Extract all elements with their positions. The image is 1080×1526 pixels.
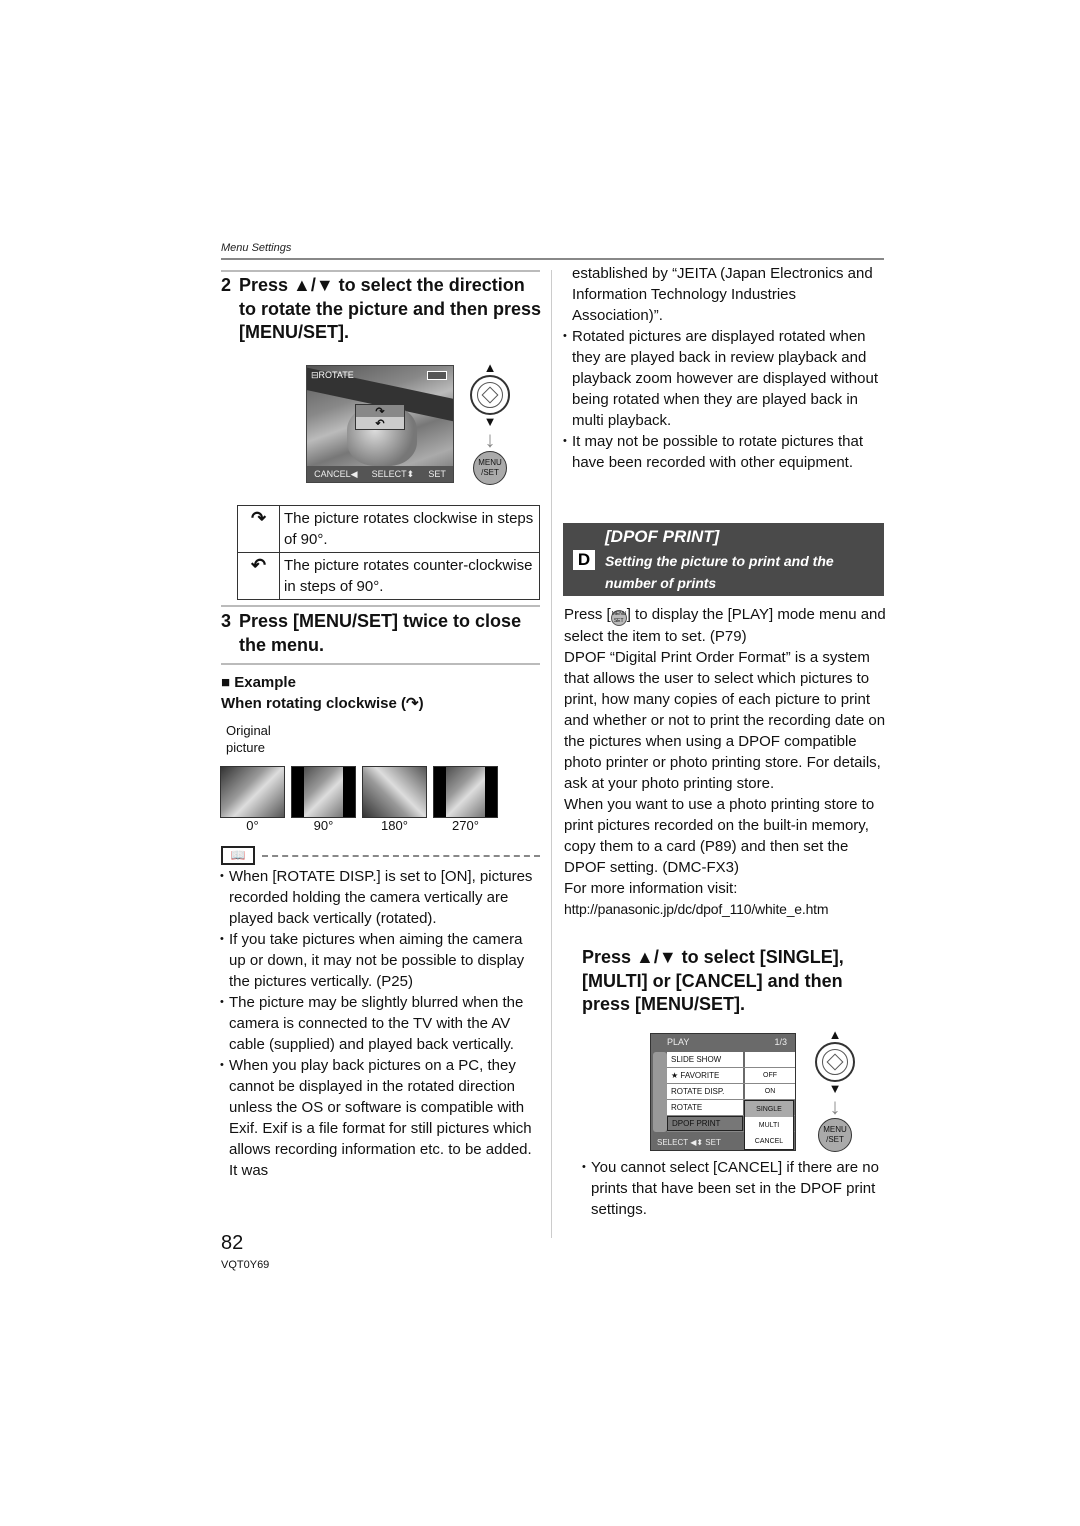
dpad-icon: [815, 1042, 855, 1082]
divider: [221, 605, 540, 607]
dpof-step-title: Press ▲/▼ to select [SINGLE], [MULTI] or…: [582, 947, 844, 1014]
intro-text: Press [MENU SET] to display the [PLAY] mo…: [564, 606, 886, 645]
row-description: The picture rotates clockwise in steps o…: [279, 505, 540, 553]
step-text: Press [MENU/SET] twice to close the menu…: [239, 611, 522, 655]
option-counter-clockwise[interactable]: ↶: [356, 417, 404, 430]
up-arrow-icon: ▲: [483, 360, 497, 375]
play-menu-footer: SELECT ◀⬍ SET: [657, 1137, 721, 1147]
option-clockwise[interactable]: ↷: [356, 405, 404, 418]
menu-set-button-icon: MENU/SET: [473, 451, 507, 485]
divider: [221, 663, 540, 665]
submenu-single[interactable]: SINGLE: [745, 1101, 793, 1117]
set-hint: SET: [428, 469, 446, 479]
header-rule: [221, 258, 884, 260]
note-item: When [ROTATE DISP.] is set to [ON], pict…: [220, 866, 542, 929]
play-menu-title: PLAY: [667, 1037, 690, 1047]
play-menu-screen: PLAY 1/3 SLIDE SHOW ★ FAVORITE OFF ROTATE…: [650, 1033, 796, 1151]
thumbnail-270: 270°: [433, 766, 498, 833]
row-description: The picture rotates counter-clockwise in…: [279, 552, 540, 600]
final-note: You cannot select [CANCEL] if there are …: [582, 1157, 882, 1220]
menu-item-slide-show[interactable]: SLIDE SHOW: [667, 1052, 795, 1068]
note-item: If you take pictures when aiming the cam…: [220, 929, 542, 992]
continued-text: established by “JEITA (Japan Electronics…: [572, 265, 873, 324]
original-picture-label: Original picture: [226, 723, 271, 755]
thumbnail-90: 90°: [291, 766, 356, 833]
page-number: 82: [221, 1232, 244, 1254]
step-text: Press ▲/▼ to select the direction to rot…: [239, 275, 542, 342]
submenu-multi[interactable]: MULTI: [745, 1117, 793, 1133]
dpof-print-banner: D [DPOF PRINT] Setting the picture to pr…: [563, 523, 884, 596]
more-info-label: For more information visit:: [564, 880, 738, 897]
battery-icon: [427, 371, 447, 380]
flow-arrow-icon: ↓: [829, 1094, 841, 1119]
rotate-screen: ⊟ROTATE ↷ ↶ CANCEL◀ SELECT⬍ SET: [306, 365, 454, 483]
column-divider: [551, 270, 552, 1238]
note-item: Rotated pictures are displayed rotated w…: [563, 326, 888, 431]
play-menu-page: 1/3: [774, 1037, 787, 1047]
counter-clockwise-arrow-icon: ↶: [237, 552, 280, 600]
up-arrow-icon: ▲: [828, 1027, 842, 1042]
note-item: It may not be possible to rotate picture…: [563, 431, 888, 473]
menu-item-rotate-disp[interactable]: ROTATE DISP. ON: [667, 1084, 795, 1100]
dpad-icon: [470, 375, 510, 415]
controls-diagram-right: ▲ ▼ ↓ MENU/SET: [815, 1028, 855, 1152]
menu-set-button-icon: MENU SET: [610, 610, 627, 626]
table-row: ↶ The picture rotates counter-clockwise …: [237, 552, 540, 600]
example-subheading: When rotating clockwise (↷): [221, 695, 424, 712]
section-label: Menu Settings: [221, 242, 292, 254]
rotation-table: ↷ The picture rotates clockwise in steps…: [237, 505, 540, 600]
screen-footer: CANCEL◀ SELECT⬍ SET: [307, 466, 453, 482]
note-item: When you play back pictures on a PC, the…: [220, 1055, 542, 1181]
right-notes: Rotated pictures are displayed rotated w…: [563, 326, 888, 473]
dashed-divider: [262, 855, 540, 857]
clockwise-arrow-icon: ↷: [237, 505, 280, 553]
controls-diagram: ▲ ▼ ↓ MENU/SET: [470, 361, 510, 485]
rotate-options: ↷ ↶: [355, 404, 405, 430]
notes-list: When [ROTATE DISP.] is set to [ON], pict…: [220, 866, 542, 1181]
play-menu-tabs[interactable]: [653, 1052, 667, 1132]
dpof-explanation: DPOF “Digital Print Order Format” is a s…: [564, 649, 886, 792]
menu-item-favorite[interactable]: ★ FAVORITE OFF: [667, 1068, 795, 1084]
dpof-description: Press [MENU SET] to display the [PLAY] mo…: [564, 604, 886, 920]
clockwise-arrow-icon: ↷: [406, 695, 419, 712]
note-book-icon: 📖: [221, 846, 255, 865]
step-number: 2: [221, 275, 232, 295]
banner-title: [DPOF PRINT]: [605, 527, 720, 546]
select-hint: SELECT⬍: [371, 468, 415, 479]
step-number: 3: [221, 611, 232, 631]
menu-set-button-icon: MENU/SET: [818, 1118, 852, 1152]
banner-subtitle: Setting the picture to print and the num…: [605, 553, 834, 591]
model-code: VQT0Y69: [221, 1259, 270, 1271]
built-in-memory-note: When you want to use a photo printing st…: [564, 796, 875, 876]
cancel-hint: CANCEL◀: [314, 468, 358, 479]
flow-arrow-icon: ↓: [484, 427, 496, 452]
thumbnail-0: 0°: [220, 766, 285, 833]
step-3-title: 3 Press [MENU/SET] twice to close the me…: [221, 610, 543, 657]
table-row: ↷ The picture rotates clockwise in steps…: [237, 505, 540, 553]
note-item: You cannot select [CANCEL] if there are …: [582, 1157, 882, 1220]
dpof-url[interactable]: http://panasonic.jp/dc/dpof_110/white_e.…: [564, 899, 886, 920]
example-heading: ■ Example: [221, 674, 296, 691]
dpof-print-icon: D: [573, 550, 595, 570]
rotate-screen-title: ⊟ROTATE: [311, 370, 354, 380]
play-menu-header: PLAY 1/3: [651, 1034, 795, 1050]
example-thumbnails: 0° 90° 180° 270°: [220, 766, 498, 833]
step-2-title: 2 Press ▲/▼ to select the direction to r…: [221, 274, 543, 345]
thumbnail-180: 180°: [362, 766, 427, 833]
note-item: The picture may be slightly blurred when…: [220, 992, 542, 1055]
divider: [221, 270, 540, 272]
